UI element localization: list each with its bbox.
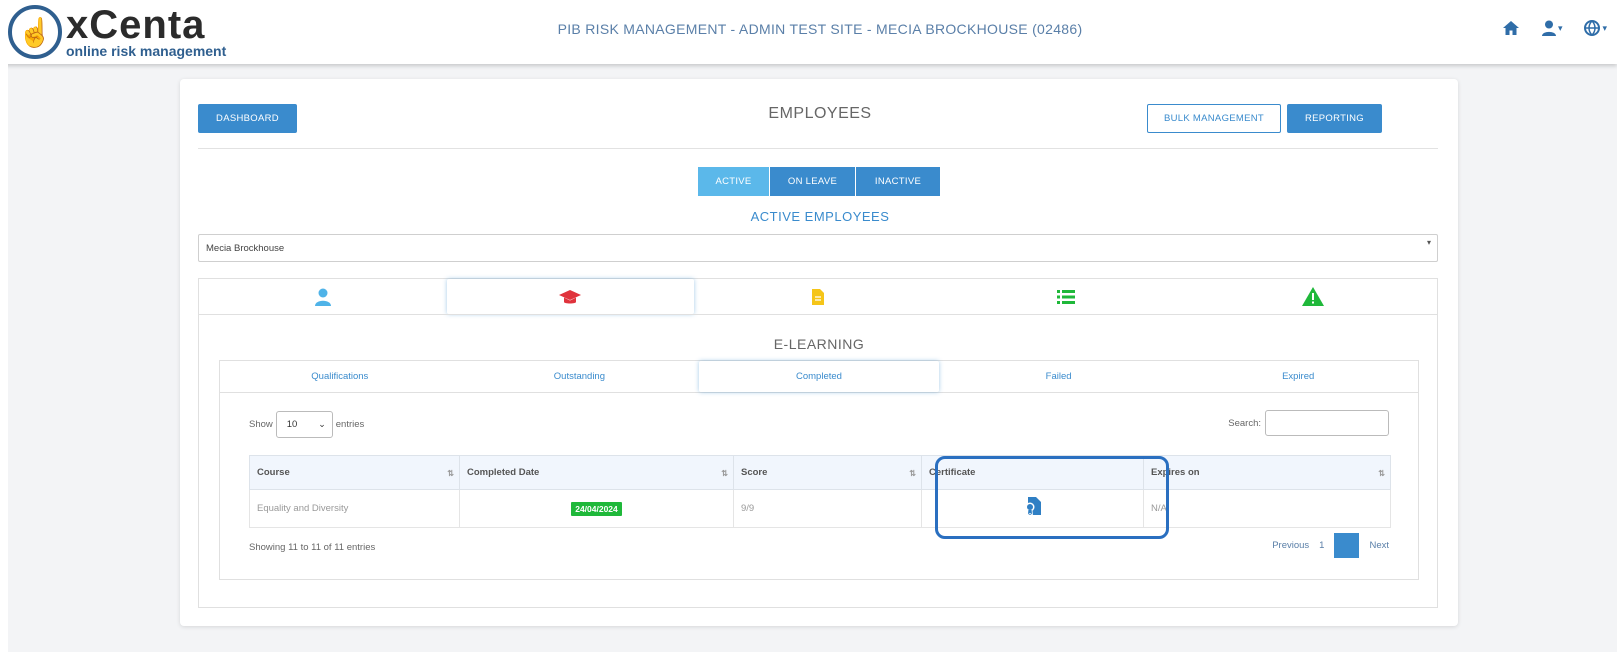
table-row: Equality and Diversity 24/04/2024 9/9 N/… [249,489,1391,528]
chevron-down-icon: ▾ [1557,22,1563,33]
cell-score: 9/9 [733,489,922,528]
search-label: Search: [1228,417,1261,429]
user-icon [1541,20,1556,36]
chevron-down-icon: ▾ [1602,22,1607,33]
section-heading: ACTIVE EMPLOYEES [750,209,890,224]
employee-select-value: Mecia Brockhouse [206,242,285,254]
dashboard-button[interactable]: DASHBOARD [198,104,297,133]
document-icon [811,288,824,305]
divider [198,148,1438,149]
column-score[interactable]: Score ⇅ [733,455,922,490]
list-icon [1056,289,1075,304]
tab-elearning[interactable] [446,279,695,314]
pagination: Previous 1 Next [1272,533,1389,558]
site-title: PIB RISK MANAGEMENT - ADMIN TEST SITE - … [557,21,1083,37]
completed-date-badge: 24/04/2024 [571,501,622,516]
completed-courses-table: Course ⇅ Completed Date ⇅ Score ⇅ Certifica… [249,455,1391,528]
elearning-tabs: Qualifications Outstanding Completed Fai… [219,360,1419,393]
tab-outstanding[interactable]: Outstanding [460,361,700,392]
tab-documents[interactable] [694,279,942,314]
tab-active[interactable]: ACTIVE [698,167,769,196]
page-length-control: Show 10 ⌄ entries [249,411,364,438]
tab-failed[interactable]: Failed [939,361,1179,392]
globe-icon [1584,20,1601,36]
tab-inactive[interactable]: INACTIVE [856,167,940,196]
panel-title: E-LEARNING [773,336,865,352]
tab-on-leave[interactable]: ON LEAVE [770,167,855,196]
table-info: Showing 11 to 11 of 11 entries [249,542,376,553]
table-header-row: Course ⇅ Completed Date ⇅ Score ⇅ Certifica… [249,455,1391,490]
top-bar: ☝ xCenta online risk management PIB RISK… [0,0,1617,64]
sort-icon: ⇅ [721,469,728,478]
column-completed-date[interactable]: Completed Date ⇅ [459,455,734,490]
sort-icon: ⇅ [909,469,916,478]
entries-label: entries [335,419,365,430]
tab-completed[interactable]: Completed [699,361,939,392]
tab-profile[interactable] [199,279,447,314]
column-certificate[interactable]: Certificate [921,455,1144,490]
home-icon[interactable] [1502,20,1520,36]
logo-hand-icon: ☝ [8,5,62,59]
user-menu[interactable]: ▾ [1541,20,1563,36]
sort-icon: ⇅ [447,469,454,478]
elearning-panel: E-LEARNING Qualifications Outstanding Co… [198,314,1438,608]
language-menu[interactable]: ▾ [1584,20,1607,36]
show-label: Show [249,419,273,430]
page-1-button[interactable]: 1 [1319,540,1324,551]
sort-icon: ⇅ [1378,469,1385,478]
completed-table-container: Show 10 ⌄ entries Search: Course ⇅ Comple… [219,392,1419,580]
tab-incidents[interactable] [1189,279,1437,314]
page-length-select[interactable]: 10 ⌄ [275,411,333,438]
caret-icon: ▾ [1426,238,1431,247]
tab-qualifications[interactable]: Qualifications [220,361,460,392]
logo[interactable]: ☝ xCenta online risk management [8,4,226,60]
column-course[interactable]: Course ⇅ [249,455,460,490]
employee-select[interactable]: Mecia Brockhouse ▾ [198,234,1438,262]
tab-checklist[interactable] [942,279,1190,314]
chevron-down-icon: ⌄ [318,419,326,429]
column-expires-on[interactable]: Expires on ⇅ [1143,455,1391,490]
employees-card: DASHBOARD EMPLOYEES BULK MANAGEMENT REPO… [180,79,1458,626]
certificate-icon[interactable] [1024,497,1042,520]
logo-name: xCenta [66,3,206,47]
graduation-cap-icon [559,289,582,303]
previous-page-button[interactable]: Previous [1272,540,1309,551]
warning-icon [1302,287,1325,306]
search-input[interactable] [1265,410,1389,436]
tab-expired[interactable]: Expired [1178,361,1418,392]
page-title: EMPLOYEES [768,105,872,122]
reporting-button[interactable]: REPORTING [1287,104,1382,133]
logo-tagline: online risk management [66,43,227,59]
user-icon [314,288,331,306]
current-page-button[interactable] [1334,533,1360,558]
page-length-value: 10 [286,419,298,430]
bulk-management-button[interactable]: BULK MANAGEMENT [1147,104,1281,133]
search-control: Search: [1228,410,1389,436]
next-page-button[interactable]: Next [1369,540,1389,551]
cell-expires-on: N/A [1143,489,1391,528]
cell-course: Equality and Diversity [249,489,460,528]
employee-section-tabs [198,278,1438,314]
